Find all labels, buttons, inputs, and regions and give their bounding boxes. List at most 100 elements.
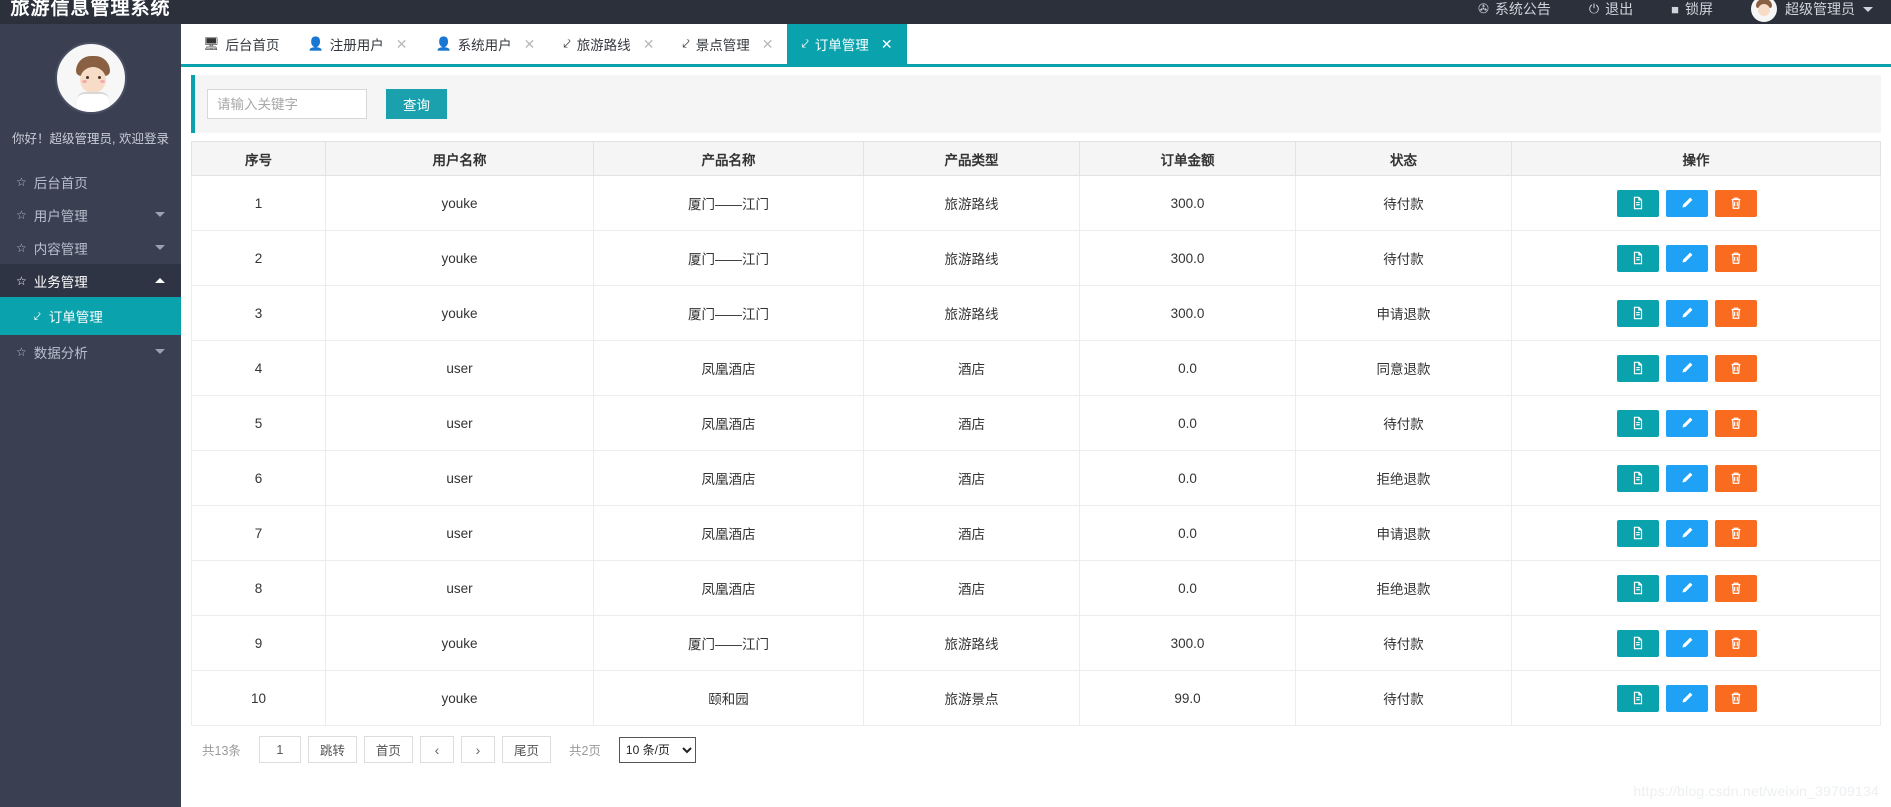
sidebar-item-content-management[interactable]: ☆ 内容管理 <box>0 231 181 264</box>
star-icon: ☆ <box>16 273 27 288</box>
search-button[interactable]: 查询 <box>386 89 447 119</box>
delete-button[interactable] <box>1715 299 1757 327</box>
delete-button[interactable] <box>1715 189 1757 217</box>
tab-home-label: 后台首页 <box>225 38 280 53</box>
edit-button[interactable] <box>1666 519 1708 547</box>
topbar-user-menu[interactable]: 超级管理员 <box>1751 0 1873 22</box>
edit-button[interactable] <box>1666 684 1708 712</box>
close-icon[interactable]: ✕ <box>524 36 536 53</box>
detail-button[interactable] <box>1617 244 1659 272</box>
tab-order-management[interactable]: ⤦ 订单管理 ✕ <box>787 24 907 64</box>
tab-attraction-management-label: 景点管理 <box>695 38 750 53</box>
row-actions <box>1512 354 1880 382</box>
edit-button[interactable] <box>1666 409 1708 437</box>
close-icon[interactable]: ✕ <box>643 36 655 53</box>
chevron-down-icon <box>1863 6 1873 12</box>
sidebar-item-data-analysis[interactable]: ☆ 数据分析 <box>0 335 181 368</box>
first-page-button[interactable]: 首页 <box>363 736 413 763</box>
topbar-item-lockscreen[interactable]: ■ 锁屏 <box>1671 0 1713 19</box>
edit-button[interactable] <box>1666 629 1708 657</box>
detail-button[interactable] <box>1617 354 1659 382</box>
document-icon <box>1631 251 1645 265</box>
delete-button[interactable] <box>1715 244 1757 272</box>
tab-travel-routes[interactable]: ⤦ 旅游路线 ✕ <box>549 24 668 64</box>
sidebar-item-user-management[interactable]: ☆ 用户管理 <box>0 198 181 231</box>
detail-button[interactable] <box>1617 519 1659 547</box>
sidebar-item-business-management[interactable]: ☆ 业务管理 <box>0 264 181 297</box>
tab-home[interactable]: 🖥 后台首页 <box>189 24 294 64</box>
search-input[interactable] <box>207 89 367 119</box>
power-icon: ⏻ <box>1588 1 1600 16</box>
detail-button[interactable] <box>1617 629 1659 657</box>
pencil-icon <box>1680 526 1694 540</box>
detail-button[interactable] <box>1617 684 1659 712</box>
last-page-button[interactable]: 尾页 <box>501 736 551 763</box>
delete-button[interactable] <box>1715 574 1757 602</box>
product-type-cell: 酒店 <box>863 505 1080 561</box>
sidebar-item-home[interactable]: ☆ 后台首页 <box>0 165 181 198</box>
user-name-cell: user <box>325 340 594 396</box>
jump-button[interactable]: 跳转 <box>307 736 357 763</box>
product-type-cell: 旅游景点 <box>863 670 1080 726</box>
lock-screen-icon: ■ <box>1671 1 1679 17</box>
product-name-cell: 凤凰酒店 <box>593 450 864 506</box>
delete-button[interactable] <box>1715 519 1757 547</box>
prev-page-button[interactable]: ‹ <box>419 736 454 763</box>
close-icon[interactable]: ✕ <box>881 36 893 53</box>
sidebar-item-order-management-label: 订单管理 <box>48 310 103 325</box>
detail-button[interactable] <box>1617 574 1659 602</box>
edit-button[interactable] <box>1666 244 1708 272</box>
next-page-button[interactable]: › <box>460 736 495 763</box>
product-name-cell: 凤凰酒店 <box>593 395 864 451</box>
product-type-cell: 旅游路线 <box>863 175 1080 231</box>
pencil-icon <box>1680 636 1694 650</box>
detail-button[interactable] <box>1617 189 1659 217</box>
delete-button[interactable] <box>1715 464 1757 492</box>
main-content: 🖥 后台首页 👤 注册用户 ✕ 👤 系统用户 ✕ ⤦ 旅游路线 ✕ ⤦ 景点管理… <box>181 24 1891 807</box>
delete-button[interactable] <box>1715 409 1757 437</box>
delete-button[interactable] <box>1715 684 1757 712</box>
pagination: 共13条 跳转 首页 ‹ › 尾页 共2页 10 条/页20 条/页50 条/页… <box>191 736 1881 763</box>
close-icon[interactable]: ✕ <box>762 36 774 53</box>
document-icon <box>1631 526 1645 540</box>
tab-system-users-label: 系统用户 <box>457 38 512 53</box>
detail-button[interactable] <box>1617 409 1659 437</box>
close-icon[interactable]: ✕ <box>396 36 408 53</box>
delete-button[interactable] <box>1715 629 1757 657</box>
col-header-actions: 操作 <box>1511 141 1881 176</box>
star-icon: ☆ <box>16 344 27 359</box>
tab-registered-users[interactable]: 👤 注册用户 ✕ <box>294 24 422 64</box>
topbar-item-logout[interactable]: ⏻ 退出 <box>1589 0 1633 19</box>
shuffle-icon: ⤦ <box>801 36 809 51</box>
edit-button[interactable] <box>1666 354 1708 382</box>
sidebar-item-data-analysis-label: 数据分析 <box>33 345 88 361</box>
page-size-select[interactable]: 10 条/页20 条/页50 条/页100 条/页 <box>618 736 696 763</box>
detail-button[interactable] <box>1617 299 1659 327</box>
edit-button[interactable] <box>1666 299 1708 327</box>
tab-system-users[interactable]: 👤 系统用户 ✕ <box>421 24 549 64</box>
product-name-cell: 厦门——江门 <box>593 175 864 231</box>
product-type-cell: 旅游路线 <box>863 615 1080 671</box>
delete-button[interactable] <box>1715 354 1757 382</box>
chevron-down-icon <box>155 245 165 250</box>
row-actions-cell <box>1511 450 1881 506</box>
monitor-icon: 🖥 <box>203 36 220 51</box>
order-amount-cell: 0.0 <box>1079 505 1296 561</box>
tab-bar: 🖥 后台首页 👤 注册用户 ✕ 👤 系统用户 ✕ ⤦ 旅游路线 ✕ ⤦ 景点管理… <box>181 24 1891 67</box>
pencil-icon <box>1680 691 1694 705</box>
document-icon <box>1631 691 1645 705</box>
edit-button[interactable] <box>1666 464 1708 492</box>
col-header-amount: 订单金额 <box>1079 141 1296 176</box>
detail-button[interactable] <box>1617 464 1659 492</box>
tab-attraction-management[interactable]: ⤦ 景点管理 ✕ <box>668 24 787 64</box>
document-icon <box>1631 306 1645 320</box>
topbar-item-announcement[interactable]: ✇ 系统公告 <box>1478 0 1551 19</box>
order-amount-cell: 0.0 <box>1079 395 1296 451</box>
chevron-up-icon <box>155 278 165 283</box>
sidebar-item-order-management[interactable]: ⤦ 订单管理 <box>0 297 181 335</box>
product-type-cell: 酒店 <box>863 395 1080 451</box>
order-index-cell: 7 <box>191 505 326 561</box>
edit-button[interactable] <box>1666 189 1708 217</box>
page-number-input[interactable] <box>258 736 301 763</box>
edit-button[interactable] <box>1666 574 1708 602</box>
